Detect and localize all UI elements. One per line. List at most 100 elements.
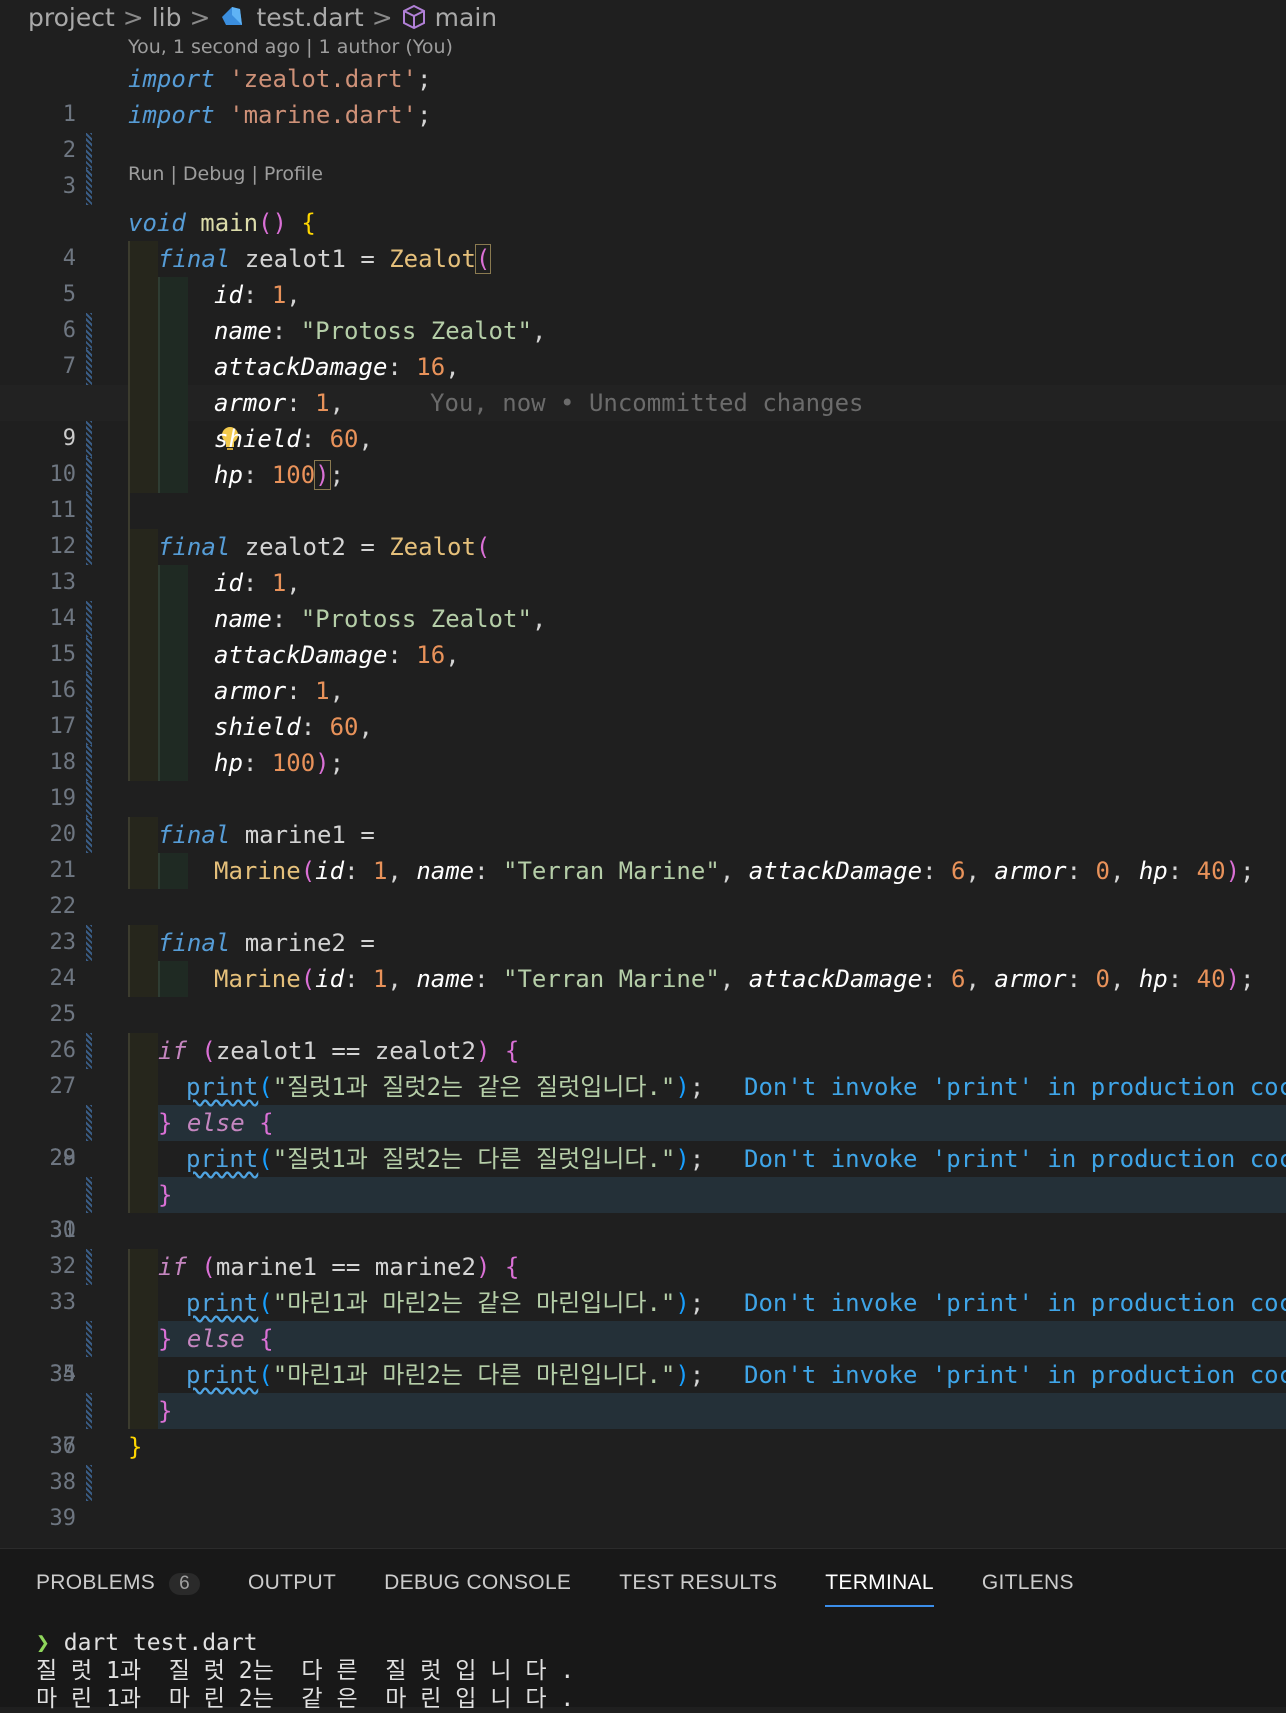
prompt-chevron-icon: ❯	[36, 1630, 50, 1656]
lint-message[interactable]: Don't invoke 'print' in production coc	[744, 1069, 1286, 1105]
indent-guide	[128, 601, 158, 637]
code-text: hp: 100);	[214, 749, 345, 777]
code-line: 2 import 'marine.dart';	[0, 97, 1286, 205]
code-text: final marine2 =	[158, 929, 375, 957]
code-text: Marine(id: 1, name: "Terran Marine", att…	[214, 965, 1255, 993]
indent-guide	[128, 817, 158, 853]
indent-guide	[128, 1141, 158, 1177]
code-text: } else {	[158, 1325, 274, 1353]
code-text: shield: 60,	[214, 713, 373, 741]
lint-message[interactable]: Don't invoke 'print' in production coc	[744, 1141, 1286, 1177]
code-text: attackDamage: 16,	[214, 353, 460, 381]
indent-guide	[128, 1321, 158, 1357]
indent-guide	[128, 925, 158, 961]
code-text: final marine1 =	[158, 821, 375, 849]
indent-guide	[158, 853, 188, 889]
code-line: 22 Marine(id: 1, name: "Terran Marine", …	[0, 853, 1286, 961]
code-line: 34 print("마린1과 마린2는 같은 마린입니다."); Don't i…	[0, 1285, 1286, 1429]
indent-guide	[158, 277, 188, 313]
tab-test-results[interactable]: TEST RESULTS	[619, 1571, 777, 1603]
code-line: 3	[0, 133, 1286, 199]
code-line: 33 if (marine1 == marine2) {	[0, 1249, 1286, 1357]
indent-guide	[158, 565, 188, 601]
code-line: 6 id: 1,	[0, 277, 1286, 385]
problems-count-badge: 6	[169, 1573, 200, 1595]
code-text: print("질럿1과 질럿2는 같은 질럿입니다.");	[186, 1073, 705, 1101]
code-line: 31 }	[0, 1177, 1286, 1285]
indent-guide	[128, 565, 158, 601]
indent-guide	[128, 745, 158, 781]
code-line: 20	[0, 781, 1286, 847]
code-line: 8 attackDamage: 16,	[0, 349, 1286, 457]
code-text: print("질럿1과 질럿2는 다른 질럿입니다.");	[186, 1145, 705, 1173]
indent-guide	[128, 241, 158, 277]
code-text: id: 1,	[214, 569, 301, 597]
indent-guide	[128, 637, 158, 673]
indent-guide	[158, 745, 188, 781]
code-line: 1 import 'zealot.dart';	[0, 61, 1286, 169]
terminal-output[interactable]: ❯ dart test.dart 질 럿 1과 질 럿 2는 다 른 질 럿 입…	[36, 1629, 574, 1713]
indent-guide	[128, 673, 158, 709]
code-line: 38 }	[0, 1429, 1286, 1495]
code-line: 36 print("마린1과 마린2는 다른 마린입니다."); Don't i…	[0, 1357, 1286, 1501]
code-text: void main() {	[128, 209, 316, 237]
code-text: }	[158, 1397, 173, 1425]
code-text: if (marine1 == marine2) {	[158, 1253, 520, 1281]
code-line: 28 print("질럿1과 질럿2는 같은 질럿입니다."); Don't i…	[0, 1069, 1286, 1213]
indent-guide	[158, 313, 188, 349]
lint-message[interactable]: Don't invoke 'print' in production coc	[744, 1357, 1286, 1393]
code-text: armor: 1,	[214, 389, 345, 417]
code-line: 25 Marine(id: 1, name: "Terran Marine", …	[0, 961, 1286, 1069]
indent-guide	[158, 709, 188, 745]
indent-guide	[128, 961, 158, 997]
inline-blame[interactable]: You, now • Uncommitted changes	[430, 385, 863, 421]
tab-debug-console[interactable]: DEBUG CONSOLE	[384, 1571, 571, 1603]
code-text: name: "Protoss Zealot",	[214, 317, 547, 345]
code-text: print("마린1과 마린2는 다른 마린입니다.");	[186, 1361, 705, 1389]
code-line: 39	[0, 1465, 1286, 1531]
tab-output[interactable]: OUTPUT	[248, 1571, 336, 1603]
indent-guide	[128, 421, 158, 457]
indent-guide	[128, 709, 158, 745]
code-text: final zealot1 = Zealot(	[158, 244, 492, 274]
indent-guide	[128, 853, 158, 889]
terminal-output-line: 마 린 1과 마 린 2는 같 은 마 린 입 니 다 .	[36, 1686, 575, 1712]
code-line: 27 if (zealot1 == zealot2) {	[0, 1033, 1286, 1141]
lightbulb-icon[interactable]	[133, 390, 238, 450]
code-text: print("마린1과 마린2는 같은 마린입니다.");	[186, 1289, 705, 1317]
code-line: 5 final zealot1 = Zealot(	[0, 241, 1286, 349]
code-line: 30 print("질럿1과 질럿2는 다른 질럿입니다."); Don't i…	[0, 1141, 1286, 1285]
code-text: hp: 100);	[214, 460, 345, 490]
code-editor[interactable]: You, 1 second ago | 1 author (You) Run |…	[0, 0, 1286, 1545]
code-line: 11 hp: 100);	[0, 457, 1286, 565]
indent-guide	[158, 421, 188, 457]
code-line: 29 } else {	[0, 1105, 1286, 1213]
code-line: 4 void main() {	[0, 205, 1286, 271]
indent-guide	[128, 1177, 158, 1213]
terminal-command: dart test.dart	[63, 1630, 258, 1656]
code-line: 18 shield: 60,	[0, 709, 1286, 817]
indent-guide	[158, 457, 188, 493]
indent-guide	[158, 637, 188, 673]
tab-problems[interactable]: PROBLEMS 6	[36, 1571, 200, 1603]
blame-header[interactable]: You, 1 second ago | 1 author (You)	[128, 36, 453, 58]
indent-guide	[158, 961, 188, 997]
git-change-marker	[86, 169, 92, 205]
indent-guide	[128, 1249, 158, 1285]
tab-terminal[interactable]: TERMINAL	[825, 1571, 934, 1607]
code-line: 13 final zealot2 = Zealot(	[0, 529, 1286, 637]
code-text: }	[158, 1181, 173, 1209]
line-number: 3	[62, 174, 76, 199]
indent-guide	[128, 1357, 158, 1393]
indent-guide	[128, 313, 158, 349]
code-line: 12	[0, 493, 1286, 559]
indent-guide	[128, 1033, 158, 1069]
tab-gitlens[interactable]: GITLENS	[982, 1571, 1074, 1603]
code-line: 14 id: 1,	[0, 565, 1286, 673]
lint-message[interactable]: Don't invoke 'print' in production coc	[744, 1285, 1286, 1321]
code-text: name: "Protoss Zealot",	[214, 605, 547, 633]
indent-guide	[158, 601, 188, 637]
code-text: Marine(id: 1, name: "Terran Marine", att…	[214, 857, 1255, 885]
code-line: 35 } else {	[0, 1321, 1286, 1429]
code-text: import 'zealot.dart';	[128, 65, 432, 93]
